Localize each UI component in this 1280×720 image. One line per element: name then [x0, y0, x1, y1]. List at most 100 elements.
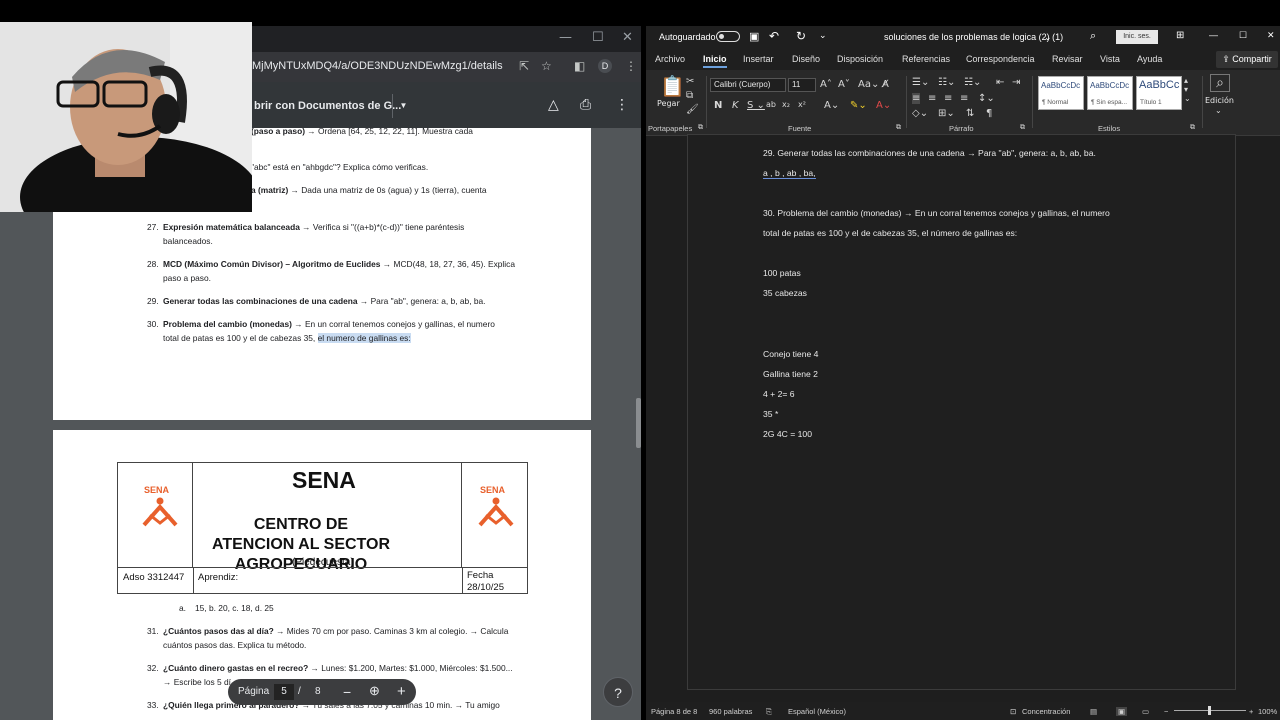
close-icon[interactable]: ✕: [1267, 30, 1275, 41]
undo-icon[interactable]: ↶: [769, 29, 779, 43]
zoom-in-icon[interactable]: +: [1249, 707, 1253, 716]
doc-paragraph[interactable]: 35 cabezas: [763, 288, 807, 298]
dialog-launcher-icon[interactable]: ⧉: [896, 123, 901, 132]
justify-icon[interactable]: ≡: [960, 93, 968, 104]
word-count[interactable]: 960 palabras: [709, 707, 752, 716]
subscript-icon[interactable]: x₂: [782, 100, 790, 109]
tab-diseno[interactable]: Diseño: [792, 54, 820, 64]
font-size-select[interactable]: 11: [788, 78, 816, 92]
tab-archivo[interactable]: Archivo: [655, 54, 685, 64]
numbering-icon[interactable]: ☷⌄: [938, 77, 955, 88]
tab-insertar[interactable]: Insertar: [743, 54, 774, 64]
pdf-scrollbar[interactable]: [636, 398, 641, 448]
dialog-launcher-icon[interactable]: ⧉: [1190, 123, 1195, 132]
borders-icon[interactable]: ⊞⌄: [938, 108, 955, 119]
align-right-icon[interactable]: ≡: [944, 93, 952, 104]
dialog-launcher-icon[interactable]: ⧉: [698, 123, 703, 132]
style-normal[interactable]: AaBbCcDc ¶ Normal: [1038, 76, 1084, 110]
style-no-spacing[interactable]: AaBbCcDc ¶ Sin espa...: [1087, 76, 1133, 110]
clear-format-icon[interactable]: A̸: [882, 79, 889, 90]
shading-icon[interactable]: ◇⌄: [912, 108, 928, 119]
doc-paragraph[interactable]: 35 *: [763, 409, 778, 419]
grow-font-icon[interactable]: A˄: [820, 79, 832, 90]
doc-paragraph[interactable]: Conejo tiene 4: [763, 349, 818, 359]
strikethrough-icon[interactable]: ab: [766, 100, 776, 109]
browser-menu-icon[interactable]: ⋮: [625, 59, 637, 73]
document-title[interactable]: soluciones de los problemas de logica (2…: [884, 32, 1063, 42]
maximize-icon[interactable]: ☐: [1239, 30, 1247, 41]
open-with-docs-button[interactable]: brir con Documentos de G...: [252, 94, 412, 118]
read-mode-icon[interactable]: ▤: [1090, 707, 1097, 716]
bullets-icon[interactable]: ☰⌄: [912, 77, 929, 88]
url-text[interactable]: MjMyNTUxMDQ4/a/ODE3NDUzNDEwMzg1/details: [252, 60, 503, 72]
decrease-indent-icon[interactable]: ⇤: [996, 77, 1004, 88]
focus-mode[interactable]: Concentración: [1022, 707, 1070, 716]
text-effects-icon[interactable]: A⌄: [824, 100, 839, 111]
doc-paragraph[interactable]: Gallina tiene 2: [763, 369, 818, 379]
sort-icon[interactable]: ⇅: [966, 108, 974, 119]
install-app-icon[interactable]: ⇱: [519, 59, 529, 73]
doc-paragraph[interactable]: total de patas es 100 y el de cabezas 35…: [763, 228, 1017, 238]
print-icon[interactable]: ⎙: [580, 97, 591, 113]
minimize-icon[interactable]: —: [559, 30, 572, 45]
editing-label[interactable]: Edición: [1205, 96, 1234, 105]
align-center-icon[interactable]: ≡: [928, 93, 936, 104]
zoom-in-icon[interactable]: +: [397, 683, 406, 700]
shrink-font-icon[interactable]: A˅: [838, 79, 850, 90]
more-options-icon[interactable]: ⋮: [615, 97, 629, 113]
format-painter-icon[interactable]: 🖌: [686, 104, 699, 115]
zoom-level[interactable]: 100%: [1258, 707, 1277, 716]
extension-icon[interactable]: ◧: [574, 59, 585, 73]
superscript-icon[interactable]: x²: [798, 100, 806, 109]
change-case-icon[interactable]: Aa⌄: [858, 79, 879, 90]
autosave-toggle[interactable]: [716, 31, 740, 42]
font-color-icon[interactable]: A⌄: [876, 100, 891, 111]
zoom-out-icon[interactable]: −: [1164, 707, 1168, 716]
web-layout-icon[interactable]: ▭: [1142, 707, 1149, 716]
cut-icon[interactable]: ✂: [686, 76, 694, 87]
doc-paragraph[interactable]: 100 patas: [763, 268, 801, 278]
sign-in-button[interactable]: Inic. ses.: [1116, 30, 1158, 44]
tab-referencias[interactable]: Referencias: [902, 54, 950, 64]
proofing-icon[interactable]: ⎘: [766, 707, 772, 717]
tab-disposicion[interactable]: Disposición: [837, 54, 883, 64]
chevron-down-icon[interactable]: ⌄: [1215, 106, 1222, 115]
tab-ayuda[interactable]: Ayuda: [1137, 54, 1162, 64]
font-name-select[interactable]: Calibri (Cuerpo): [710, 78, 786, 92]
styles-more-icon[interactable]: ▴ ▾ ⌄: [1184, 76, 1191, 103]
zoom-out-icon[interactable]: −: [343, 684, 351, 700]
qat-more-icon[interactable]: ⌄: [819, 30, 827, 41]
ribbon-display-icon[interactable]: ⊞: [1176, 30, 1184, 41]
chevron-down-icon[interactable]: ⌄: [1044, 32, 1052, 43]
align-left-icon[interactable]: ≡: [912, 93, 921, 104]
find-icon[interactable]: ⌕: [1210, 74, 1230, 92]
highlight-icon[interactable]: ✎⌄: [850, 100, 867, 111]
multilevel-list-icon[interactable]: ☵⌄: [964, 77, 981, 88]
doc-paragraph[interactable]: 2G 4C = 100: [763, 429, 812, 439]
profile-avatar[interactable]: D: [598, 59, 612, 73]
document-canvas[interactable]: 29. Generar todas las combinaciones de u…: [646, 134, 1280, 702]
add-to-drive-icon[interactable]: △: [548, 97, 559, 113]
paste-icon[interactable]: 📋: [660, 74, 685, 98]
page-number-input[interactable]: 5: [274, 684, 294, 700]
style-heading-1[interactable]: AaBbCc Título 1: [1136, 76, 1182, 110]
doc-paragraph[interactable]: a , b , ab , ba,: [763, 168, 816, 179]
doc-paragraph[interactable]: 30. Problema del cambio (monedas) → En u…: [763, 208, 1110, 218]
tab-vista[interactable]: Vista: [1100, 54, 1120, 64]
doc-paragraph[interactable]: 4 + 2= 6: [763, 389, 795, 399]
maximize-icon[interactable]: ☐: [592, 30, 604, 45]
show-marks-icon[interactable]: ¶: [986, 108, 992, 119]
redo-icon[interactable]: ↻: [796, 29, 806, 43]
selected-text[interactable]: el numero de gallinas es:: [317, 333, 411, 343]
help-icon[interactable]: ?: [603, 677, 633, 707]
tab-inicio[interactable]: Inicio: [703, 54, 727, 68]
line-spacing-icon[interactable]: ↕⌄: [978, 93, 995, 104]
zoom-slider-thumb[interactable]: [1208, 706, 1211, 715]
search-icon[interactable]: ⌕: [1090, 30, 1096, 43]
minimize-icon[interactable]: —: [1209, 30, 1218, 40]
paste-label[interactable]: Pegar: [657, 99, 680, 108]
increase-indent-icon[interactable]: ⇥: [1012, 77, 1020, 88]
page-count[interactable]: Página 8 de 8: [651, 707, 697, 716]
italic-icon[interactable]: K: [732, 100, 739, 111]
share-button[interactable]: ⇪ Compartir: [1216, 51, 1278, 68]
